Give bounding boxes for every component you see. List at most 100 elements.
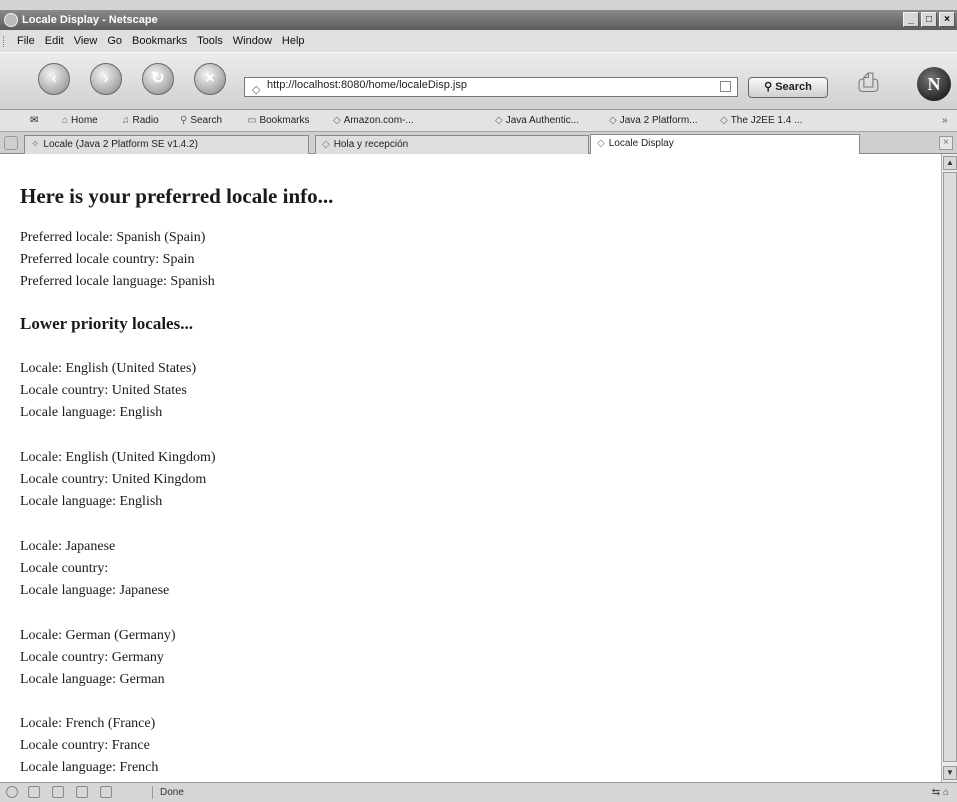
tab-label: Locale Display	[608, 138, 674, 149]
menu-edit[interactable]: Edit	[40, 30, 69, 52]
scroll-thumb[interactable]	[943, 172, 957, 762]
url-bar[interactable]: ◇	[244, 77, 738, 97]
home-icon: ⌂	[62, 115, 69, 126]
scroll-up-arrow-icon[interactable]: ▲	[943, 156, 957, 170]
bookmark-j2ee[interactable]: ◇ The J2EE 1.4 ...	[720, 110, 802, 131]
locale-line: Locale: Japanese	[20, 539, 116, 554]
toolbar-grip[interactable]	[3, 36, 7, 47]
locale-language-line: Locale language: German	[20, 672, 165, 687]
search-icon: ⚲	[764, 81, 776, 93]
vertical-scrollbar[interactable]: ▲ ▼	[941, 154, 957, 782]
tab-page-icon: ◇	[322, 139, 330, 150]
bookmark-icon: ◇	[609, 115, 617, 126]
menu-window[interactable]: Window	[228, 30, 277, 52]
forward-button[interactable]: ›	[90, 63, 122, 95]
tab-page-icon: ✧	[31, 139, 40, 150]
bookmark-folder-label: Bookmarks	[259, 115, 310, 126]
locale-language-line: Locale language: French	[20, 760, 159, 775]
bookmark-amazon[interactable]: ◇ Amazon.com-...	[333, 110, 414, 131]
scroll-down-arrow-icon[interactable]: ▼	[943, 766, 957, 780]
bookmark-java2-platform-label: Java 2 Platform...	[619, 115, 698, 126]
bookmark-java-authentic[interactable]: ◇ Java Authentic...	[495, 110, 579, 131]
bookmark-home[interactable]: ⌂ Home	[62, 110, 98, 131]
close-button[interactable]: ×	[939, 12, 955, 27]
search-icon: ⚲	[180, 115, 188, 126]
menu-tools[interactable]: Tools	[192, 30, 228, 52]
bookmark-radio-label: Radio	[132, 115, 159, 126]
mail-icon[interactable]: ✉	[30, 110, 38, 131]
locale-line: Locale: English (United Kingdom)	[20, 450, 216, 465]
bookmark-j2ee-label: The J2EE 1.4 ...	[730, 115, 803, 126]
bookmark-java-authentic-label: Java Authentic...	[505, 115, 580, 126]
navigator-icon[interactable]	[6, 786, 18, 798]
forward-arrow-icon: ›	[103, 70, 109, 87]
bookmark-icon: ◇	[720, 115, 728, 126]
preferred-locale: Preferred locale: Spanish (Spain)	[20, 230, 206, 245]
chat-icon[interactable]	[76, 786, 88, 798]
bookmark-search-label: Search	[190, 115, 223, 126]
preferred-locale-country: Preferred locale country: Spain	[20, 252, 195, 267]
tab-label: Locale (Java 2 Platform SE v1.4.2)	[43, 139, 198, 150]
toolbar-overflow-icon[interactable]: »	[942, 110, 948, 131]
bookmark-icon: ◇	[333, 115, 341, 126]
search-button[interactable]: ⚲ Search	[748, 77, 828, 98]
new-tab-icon[interactable]	[4, 136, 18, 150]
status-text: Done	[160, 787, 184, 798]
locale-country-line: Locale country: United States	[20, 383, 187, 398]
navigation-toolbar: ‹ › ↻ × ◇ ⚲ Search ⎙ N	[0, 52, 957, 110]
menu-view[interactable]: View	[69, 30, 103, 52]
back-button[interactable]: ‹	[38, 63, 70, 95]
page-heading: Here is your preferred locale info...	[20, 184, 334, 208]
stop-icon: ×	[205, 70, 215, 87]
reload-button[interactable]: ↻	[142, 63, 174, 95]
composer-icon[interactable]	[52, 786, 64, 798]
tab-label: Hola y recepción	[333, 139, 409, 150]
minimize-button[interactable]: _	[903, 12, 919, 27]
browser-window: Locale Display - Netscape _ □ × File Edi…	[0, 0, 957, 802]
page-icon: ◇	[252, 84, 261, 96]
locale-line: Locale: German (Germany)	[20, 628, 176, 643]
status-separator	[152, 786, 153, 799]
bookmark-home-label: Home	[71, 115, 98, 126]
mail-icon[interactable]	[28, 786, 40, 798]
address-book-icon[interactable]	[100, 786, 112, 798]
bookmark-folder[interactable]: ▭ Bookmarks	[247, 110, 309, 131]
locale-line: Locale: English (United States)	[20, 361, 197, 376]
url-dropdown-icon[interactable]	[720, 81, 731, 92]
folder-icon: ▭	[247, 115, 257, 126]
locale-language-line: Locale language: English	[20, 405, 163, 420]
window-title: Locale Display - Netscape	[22, 14, 158, 26]
menu-help[interactable]: Help	[277, 30, 310, 52]
menu-go[interactable]: Go	[102, 30, 127, 52]
menu-file[interactable]: File	[12, 30, 40, 52]
personal-toolbar: ✉ ⌂ Home ♫ Radio ⚲ Search ▭ Bookmarks ◇ Amazo…	[0, 110, 957, 132]
bookmark-search[interactable]: ⚲ Search	[180, 110, 222, 131]
locale-line: Locale: French (France)	[20, 716, 156, 731]
stop-button[interactable]: ×	[194, 63, 226, 95]
locale-country-line: Locale country: United Kingdom	[20, 472, 207, 487]
maximize-button[interactable]: □	[921, 12, 937, 27]
netscape-throbber-icon[interactable]: N	[917, 67, 951, 101]
tab-locale-javadoc[interactable]: ✧ Locale (Java 2 Platform SE v1.4.2)	[24, 135, 309, 154]
url-input[interactable]	[267, 79, 707, 91]
bookmark-java2-platform[interactable]: ◇ Java 2 Platform...	[609, 110, 698, 131]
locale-language-line: Locale language: Japanese	[20, 583, 170, 598]
menu-bar: File Edit View Go Bookmarks Tools Window…	[0, 30, 957, 52]
preferred-locale-language: Preferred locale language: Spanish	[20, 274, 215, 289]
locale-language-line: Locale language: English	[20, 494, 163, 509]
locale-country-line: Locale country: Germany	[20, 650, 164, 665]
menu-bookmarks[interactable]: Bookmarks	[127, 30, 192, 52]
netscape-app-icon	[4, 13, 18, 27]
close-tab-icon[interactable]: ×	[939, 136, 953, 150]
connection-security-icon[interactable]: ⇆ ⌂	[932, 783, 949, 802]
title-bar: Locale Display - Netscape _ □ ×	[0, 10, 957, 30]
print-icon[interactable]: ⎙	[858, 67, 894, 97]
headphones-icon: ♫	[122, 115, 130, 126]
bookmark-radio[interactable]: ♫ Radio	[122, 110, 159, 131]
locale-country-line: Locale country:	[20, 561, 109, 576]
locale-country-line: Locale country: France	[20, 738, 150, 753]
tab-hola[interactable]: ◇ Hola y recepción	[315, 135, 589, 154]
tab-page-icon: ◇	[597, 138, 605, 149]
tab-locale-display[interactable]: ◇ Locale Display	[590, 134, 860, 155]
bookmark-amazon-label: Amazon.com-...	[343, 115, 414, 126]
